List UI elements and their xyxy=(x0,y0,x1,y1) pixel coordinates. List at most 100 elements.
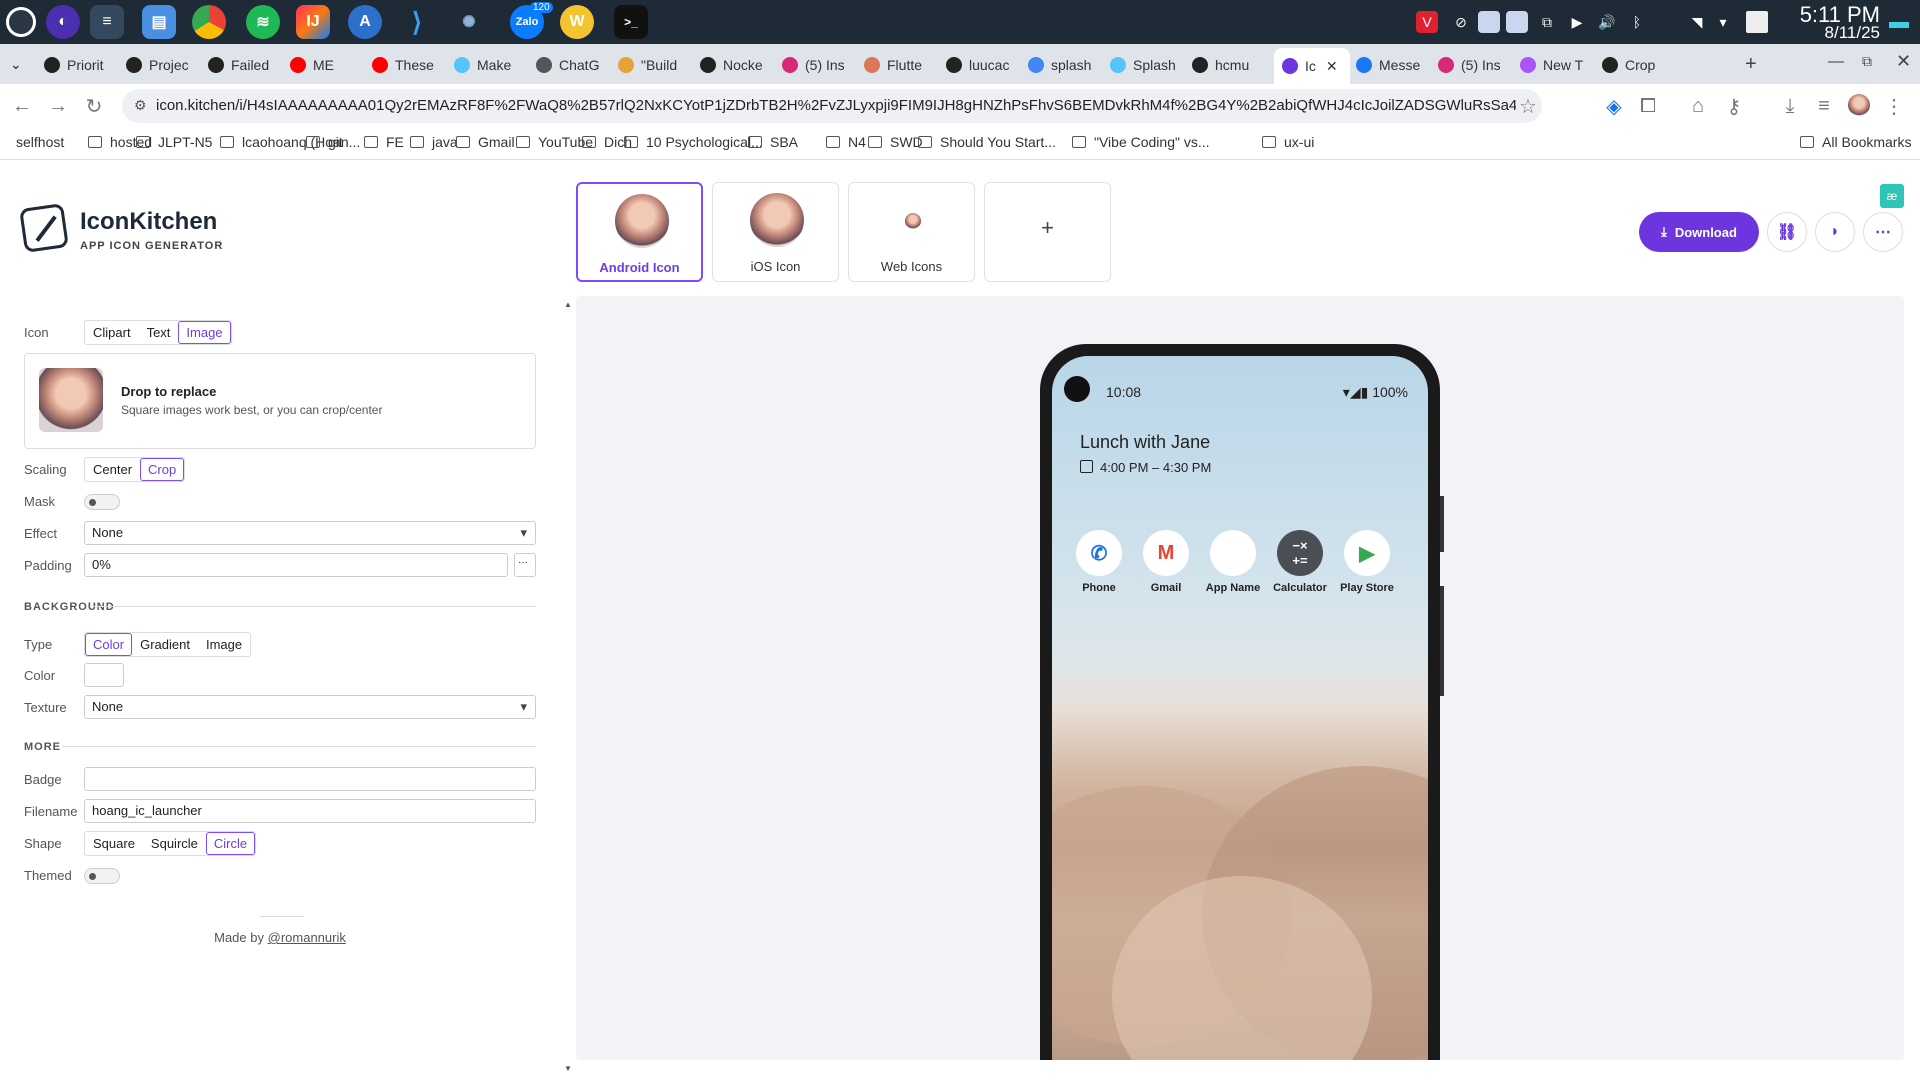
tray-window-icon[interactable] xyxy=(1478,11,1500,33)
texture-select[interactable]: None xyxy=(84,695,536,719)
browser-tab[interactable]: Failed xyxy=(208,50,284,80)
url-text[interactable]: icon.kitchen/i/H4sIAAAAAAAAA01Qy2rEMAzRF… xyxy=(156,97,1516,114)
browser-tab[interactable]: "Build xyxy=(618,50,694,80)
bookmark-item[interactable]: FE xyxy=(364,134,404,150)
bookmark-item[interactable]: ux-ui xyxy=(1262,134,1314,150)
launcher-icon[interactable] xyxy=(6,7,36,37)
icon-source-option-text[interactable]: Text xyxy=(139,321,179,344)
terminal-icon[interactable]: >_ xyxy=(614,5,648,39)
extensions-icon[interactable]: ⧠ xyxy=(1636,94,1660,118)
browser-tab[interactable]: Ic ✕ xyxy=(1274,48,1350,84)
scroll-down-arrow-icon[interactable]: ▼ xyxy=(564,1064,572,1073)
scroll-up-arrow-icon[interactable]: ▲ xyxy=(564,300,572,309)
bookmark-item[interactable]: Gmail xyxy=(456,134,515,150)
bookmark-item[interactable]: JLPT-N5 xyxy=(136,134,212,150)
browser-tab[interactable]: Make xyxy=(454,50,530,80)
app-icon-purple[interactable]: ◐ xyxy=(46,5,80,39)
bookmark-item[interactable]: selfhost xyxy=(16,134,64,150)
minimize-icon[interactable]: — xyxy=(1828,53,1844,71)
web-icons-card[interactable]: Web Icons xyxy=(848,182,975,282)
browser-tab[interactable]: hcmu xyxy=(1192,50,1268,80)
app-preview[interactable]: App Name xyxy=(1198,530,1268,594)
password-key-icon[interactable]: ⚷ xyxy=(1722,94,1746,118)
bookmark-item[interactable]: All Bookmarks xyxy=(1800,134,1911,150)
new-tab-button[interactable]: + xyxy=(1745,53,1757,76)
dark-mode-toggle-icon[interactable]: ◗ xyxy=(1815,212,1855,252)
close-window-icon[interactable]: ✕ xyxy=(1896,51,1911,72)
bookmark-item[interactable]: java xyxy=(410,134,458,150)
scaling-option-center[interactable]: Center xyxy=(85,458,140,481)
background-type-option-image[interactable]: Image xyxy=(198,633,250,656)
browser-tab[interactable]: Crop xyxy=(1602,50,1678,80)
extension-badge-icon[interactable]: ◈ xyxy=(1602,94,1626,118)
bookmark-item[interactable]: "Vibe Coding" vs... xyxy=(1072,134,1210,150)
bookmark-item[interactable]: git xyxy=(306,134,343,150)
themed-toggle[interactable] xyxy=(84,868,120,884)
browser-tab[interactable]: Projec xyxy=(126,50,202,80)
app-icon-w[interactable]: W xyxy=(560,5,594,39)
effect-select[interactable]: None xyxy=(84,521,536,545)
tab-close-icon[interactable]: ✕ xyxy=(1326,58,1338,75)
browser-tab[interactable]: Nocke xyxy=(700,50,776,80)
app-calculator[interactable]: −× += Calculator xyxy=(1265,530,1335,594)
bookmark-item[interactable]: 10 Psychological... xyxy=(624,134,763,150)
bookmark-item[interactable]: SWD xyxy=(868,134,923,150)
restore-icon[interactable]: ⧉ xyxy=(1862,53,1872,70)
shape-option-squircle[interactable]: Squircle xyxy=(143,832,206,855)
browser-tab[interactable]: splash xyxy=(1028,50,1104,80)
filename-input[interactable]: hoang_ic_launcher xyxy=(84,799,536,823)
bookmark-item[interactable]: N4 xyxy=(826,134,866,150)
background-type-option-color[interactable]: Color xyxy=(85,633,133,656)
browser-tab[interactable]: Messe xyxy=(1356,50,1432,80)
ios-icon-card[interactable]: iOS Icon xyxy=(712,182,839,282)
intellij-icon[interactable]: IJ xyxy=(296,5,330,39)
browser-tab[interactable]: These xyxy=(372,50,448,80)
shape-option-square[interactable]: Square xyxy=(85,832,143,855)
chrome-icon[interactable] xyxy=(192,5,226,39)
badge-input[interactable] xyxy=(84,767,536,791)
padding-more-button[interactable]: ··· xyxy=(514,553,536,577)
settings-app-icon[interactable]: ✺ xyxy=(452,5,486,39)
icon-source-option-clipart[interactable]: Clipart xyxy=(85,321,139,344)
app-phone[interactable]: ✆ Phone xyxy=(1064,530,1134,594)
volume-icon[interactable]: 🔊 xyxy=(1596,11,1618,33)
app-gmail[interactable]: M Gmail xyxy=(1131,530,1201,594)
tray-status-icon[interactable]: ⊘ xyxy=(1450,11,1472,33)
shape-option-circle[interactable]: Circle xyxy=(205,832,256,855)
background-type-option-gradient[interactable]: Gradient xyxy=(132,633,198,656)
browser-tab[interactable]: (5) Ins xyxy=(1438,50,1514,80)
color-swatch[interactable] xyxy=(84,663,124,687)
app-icon-notes[interactable]: ▤ xyxy=(142,5,176,39)
site-info-icon[interactable]: ⚙ xyxy=(134,97,147,114)
add-card-button[interactable]: + xyxy=(984,182,1111,282)
wifi-icon[interactable]: ◥ xyxy=(1686,11,1708,33)
browser-tab[interactable]: (5) Ins xyxy=(782,50,858,80)
reload-icon[interactable]: ↻ xyxy=(82,94,106,118)
tab-search-chevron-icon[interactable]: ⌄ xyxy=(10,56,22,73)
icon-source-option-image[interactable]: Image xyxy=(178,321,231,344)
padding-input[interactable]: 0% xyxy=(84,553,508,577)
browser-tab[interactable]: Priorit xyxy=(44,50,120,80)
link-share-icon[interactable]: ⛓ xyxy=(1767,212,1807,252)
image-drop-zone[interactable]: Drop to replace Square images work best,… xyxy=(24,353,536,449)
browser-tab[interactable]: luucac xyxy=(946,50,1022,80)
media-control-icon[interactable]: ≡ xyxy=(1812,94,1836,118)
forward-icon[interactable]: → xyxy=(46,94,70,118)
vivaldi-tray-icon[interactable]: V xyxy=(1416,11,1438,33)
android-icon-card[interactable]: Android Icon xyxy=(576,182,703,282)
spotify-icon[interactable]: ≋ xyxy=(246,5,280,39)
clock-date[interactable]: 8/11/25 xyxy=(1825,23,1880,43)
app-icon-files[interactable]: ≡ xyxy=(90,5,124,39)
mask-toggle[interactable] xyxy=(84,494,120,510)
notification-panel-icon[interactable]: ▬ xyxy=(1888,11,1910,33)
tray-clipboard-icon[interactable]: ⧉ xyxy=(1536,11,1558,33)
bookmark-item[interactable]: SBA xyxy=(748,134,798,150)
browser-tab[interactable]: Flutte xyxy=(864,50,940,80)
browser-tab[interactable]: New T xyxy=(1520,50,1596,80)
media-play-icon[interactable]: ▶ xyxy=(1566,11,1588,33)
extension-overlay-icon[interactable]: æ xyxy=(1880,184,1904,208)
vscode-icon[interactable]: ⟩ xyxy=(400,5,434,39)
browser-menu-icon[interactable]: ⋮ xyxy=(1882,94,1906,118)
app-play-store[interactable]: ▶ Play Store xyxy=(1332,530,1402,594)
notes-tray-icon[interactable] xyxy=(1746,11,1768,33)
